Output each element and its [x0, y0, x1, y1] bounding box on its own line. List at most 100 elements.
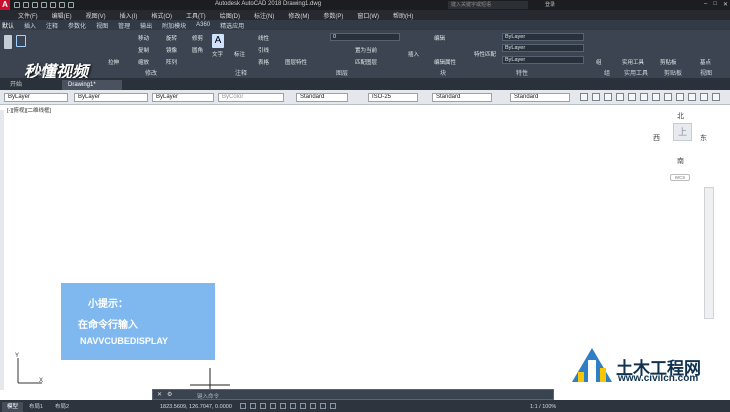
array-button[interactable]: 阵列: [166, 58, 177, 66]
navigation-bar[interactable]: [704, 187, 714, 319]
toolbar-icon-6[interactable]: [640, 93, 648, 101]
text-style-select[interactable]: Standard: [296, 93, 348, 102]
panel-properties[interactable]: 特性: [516, 68, 528, 77]
menu-file[interactable]: 文件(F): [18, 11, 38, 20]
linear-button[interactable]: 线性: [258, 34, 269, 42]
transparency-icon[interactable]: [320, 403, 326, 409]
trim-button[interactable]: 修剪: [192, 34, 203, 42]
tab-annotate[interactable]: 注释: [46, 21, 58, 30]
move-button[interactable]: 移动: [138, 34, 149, 42]
grid-icon[interactable]: [250, 403, 256, 409]
match-layer-button[interactable]: 匹配图层: [355, 58, 377, 66]
menu-format[interactable]: 格式(O): [151, 11, 172, 20]
snap-icon[interactable]: [260, 403, 266, 409]
tab-a360[interactable]: A360: [196, 22, 210, 28]
maximize-icon[interactable]: □: [713, 1, 717, 8]
panel-groups[interactable]: 组: [604, 68, 610, 77]
dim-style-select[interactable]: ISO-25: [368, 93, 418, 102]
ortho-icon[interactable]: [270, 403, 276, 409]
menu-edit[interactable]: 编辑(E): [52, 11, 72, 20]
wcs-menu[interactable]: WCS: [670, 174, 690, 181]
leader-button[interactable]: 引线: [258, 46, 269, 54]
mirror-button[interactable]: 镜像: [166, 46, 177, 54]
menu-dimension[interactable]: 标注(N): [254, 11, 274, 20]
match-properties-button[interactable]: 特性匹配: [474, 50, 496, 58]
color-select[interactable]: ByLayer: [4, 93, 68, 102]
viewport-controls[interactable]: [-][俯视][二维线框]: [7, 106, 51, 114]
search-input[interactable]: 键入关键字或短语: [448, 1, 528, 9]
annotation-scale[interactable]: 1:1 / 100%: [530, 404, 556, 410]
minimize-icon[interactable]: –: [704, 1, 707, 8]
panel-draw[interactable]: 绘图: [36, 68, 48, 77]
lineweight-select[interactable]: ByLayer: [152, 93, 214, 102]
tab-view[interactable]: 视图: [96, 21, 108, 30]
stretch-button[interactable]: 拉伸: [108, 58, 119, 66]
tab-start[interactable]: 开始: [4, 80, 28, 90]
tab-model[interactable]: 模型: [2, 402, 24, 412]
viewcube-west[interactable]: 西: [653, 133, 660, 143]
toolbar-icon-4[interactable]: [616, 93, 624, 101]
sign-in-button[interactable]: 登录: [545, 1, 555, 8]
linetype-select[interactable]: ByLayer: [74, 93, 148, 102]
tab-featured-apps[interactable]: 精选应用: [220, 21, 244, 30]
menu-view[interactable]: 视图(V): [86, 11, 106, 20]
toolbar-icon-7[interactable]: [652, 93, 660, 101]
viewcube-south[interactable]: 南: [677, 156, 684, 166]
panel-utilities[interactable]: 实用工具: [624, 68, 648, 77]
command-line[interactable]: ✕ ⚙ 键入命令: [152, 389, 554, 400]
panel-layers[interactable]: 图层: [336, 68, 348, 77]
text-icon[interactable]: A: [212, 34, 224, 48]
panel-clipboard[interactable]: 剪贴板: [664, 68, 682, 77]
utilities-button[interactable]: 实用工具: [622, 58, 644, 66]
toolbar-icon-8[interactable]: [664, 93, 672, 101]
new-icon[interactable]: [14, 2, 20, 8]
fillet-button[interactable]: 圆角: [192, 46, 203, 54]
copy-button[interactable]: 复制: [138, 46, 149, 54]
clipboard-button[interactable]: 剪贴板: [660, 58, 677, 66]
toolbar-icon-2[interactable]: [592, 93, 600, 101]
viewcube-east[interactable]: 东: [700, 133, 707, 143]
toolbar-icon-9[interactable]: [676, 93, 684, 101]
toolbar-icon-12[interactable]: [712, 93, 720, 101]
menu-tools[interactable]: 工具(T): [186, 11, 206, 20]
autocad-logo-icon[interactable]: A: [0, 0, 10, 10]
edit-block-button[interactable]: 编辑: [434, 34, 445, 42]
lineweight-dropdown[interactable]: ByLayer: [502, 56, 584, 64]
line-icon[interactable]: [4, 35, 12, 49]
print-icon[interactable]: [50, 2, 56, 8]
layer-properties-button[interactable]: 图层特性: [285, 58, 307, 66]
toolbar-icon-3[interactable]: [604, 93, 612, 101]
plotstyle-select[interactable]: ByColor: [218, 93, 284, 102]
scale-button[interactable]: 缩放: [138, 58, 149, 66]
save-as-icon[interactable]: [41, 2, 47, 8]
osnap-icon[interactable]: [290, 403, 296, 409]
tab-layout1[interactable]: 布局1: [24, 402, 48, 412]
menu-parametric[interactable]: 参数(P): [323, 11, 343, 20]
toolbar-icon-5[interactable]: [628, 93, 636, 101]
table-button[interactable]: 表格: [258, 58, 269, 66]
toolbar-icon-10[interactable]: [688, 93, 696, 101]
otrack-icon[interactable]: [300, 403, 306, 409]
tab-parametric[interactable]: 参数化: [68, 21, 86, 30]
basepoint-button[interactable]: 基点: [700, 58, 711, 66]
polar-icon[interactable]: [280, 403, 286, 409]
insert-block-button[interactable]: 插入: [408, 50, 419, 58]
lineweight-icon[interactable]: [310, 403, 316, 409]
group-button[interactable]: 组: [596, 58, 602, 66]
redo-icon[interactable]: [68, 2, 74, 8]
menu-draw[interactable]: 绘图(D): [220, 11, 240, 20]
mleader-style-select[interactable]: Standard: [510, 93, 570, 102]
dimension-button[interactable]: 标注: [234, 50, 245, 58]
menu-window[interactable]: 窗口(W): [357, 11, 379, 20]
tab-layout2[interactable]: 布局2: [50, 402, 74, 412]
color-dropdown[interactable]: ByLayer: [502, 33, 584, 41]
viewcube-top[interactable]: 上: [673, 123, 692, 141]
menu-modify[interactable]: 修改(M): [288, 11, 309, 20]
menu-insert[interactable]: 插入(I): [120, 11, 138, 20]
tab-insert[interactable]: 插入: [24, 21, 36, 30]
menu-help[interactable]: 帮助(H): [393, 11, 413, 20]
layer-dropdown[interactable]: 0: [330, 33, 400, 41]
panel-block[interactable]: 块: [440, 68, 446, 77]
text-button[interactable]: 文字: [212, 50, 223, 58]
undo-icon[interactable]: [59, 2, 65, 8]
